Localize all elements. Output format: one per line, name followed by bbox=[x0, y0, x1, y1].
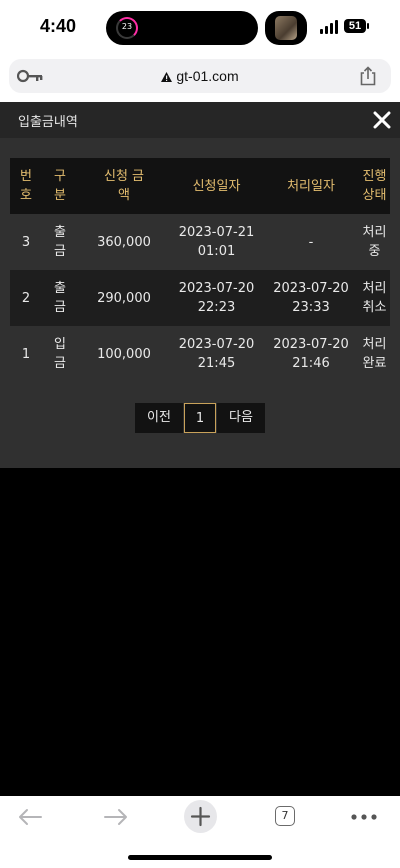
row-requested-date: 2023-07-21 01:01 bbox=[178, 225, 255, 259]
row-requested-date: 2023-07-20 22:23 bbox=[178, 281, 255, 315]
header-cell: 신청 금액 bbox=[103, 169, 144, 203]
row-type: 출금 bbox=[54, 281, 66, 315]
forward-arrow-icon[interactable] bbox=[103, 807, 129, 827]
url-display[interactable]: gt-01.com bbox=[9, 59, 391, 93]
panel-header: 입출금내역 bbox=[0, 102, 400, 138]
table-row: 1 입금 100,000 2023-07-20 21:45 2023-07-20 2… bbox=[10, 326, 390, 382]
more-icon[interactable] bbox=[351, 814, 377, 820]
row-number: 1 bbox=[21, 346, 31, 362]
plus-icon bbox=[190, 806, 211, 827]
row-processed-date: 2023-07-20 21:46 bbox=[273, 337, 349, 371]
new-tab-button[interactable] bbox=[184, 800, 217, 833]
header-cell: 구분 bbox=[54, 169, 66, 203]
browser-toolbar: 7 bbox=[0, 796, 400, 868]
row-amount: 360,000 bbox=[97, 234, 151, 250]
prev-page-button[interactable]: 이전 bbox=[135, 403, 183, 433]
home-indicator[interactable] bbox=[128, 855, 272, 860]
row-amount: 100,000 bbox=[97, 346, 151, 362]
dynamic-island[interactable]: 23 bbox=[106, 11, 258, 45]
battery-level: 51 bbox=[344, 19, 366, 33]
row-processed-date: - bbox=[308, 234, 314, 250]
row-requested-date: 2023-07-20 21:45 bbox=[178, 337, 255, 371]
table-row: 3 출금 360,000 2023-07-21 01:01 - 처리 중 bbox=[10, 214, 390, 270]
transaction-history-panel: 입출금내역 번호 구분 신청 금액 신청일자 처리일자 진행 상태 3 출금 36… bbox=[0, 102, 400, 468]
close-icon[interactable] bbox=[372, 110, 392, 130]
row-processed-date: 2023-07-20 23:33 bbox=[273, 281, 349, 315]
url-text: gt-01.com bbox=[176, 68, 239, 84]
table-header-row: 번호 구분 신청 금액 신청일자 처리일자 진행 상태 bbox=[10, 158, 390, 214]
battery-icon bbox=[367, 23, 369, 29]
row-number: 3 bbox=[21, 234, 31, 250]
row-status: 처리 취소 bbox=[362, 281, 387, 315]
tabs-button[interactable]: 7 bbox=[275, 806, 295, 826]
header-cell: 번호 bbox=[20, 169, 32, 203]
header-cell: 신청일자 bbox=[192, 178, 241, 194]
row-status: 처리 완료 bbox=[362, 337, 387, 371]
warning-icon bbox=[161, 72, 173, 82]
row-status: 처리 중 bbox=[362, 225, 387, 259]
row-type: 출금 bbox=[54, 225, 66, 259]
cellular-signal-icon bbox=[320, 20, 340, 34]
browser-address-area: gt-01.com bbox=[0, 56, 400, 102]
row-type: 입금 bbox=[54, 337, 66, 371]
current-page-button[interactable]: 1 bbox=[184, 403, 216, 433]
share-icon[interactable] bbox=[359, 66, 377, 86]
now-playing-thumbnail[interactable] bbox=[265, 11, 307, 45]
status-bar: 4:40 23 51 bbox=[0, 0, 400, 56]
row-amount: 290,000 bbox=[97, 290, 151, 306]
row-number: 2 bbox=[21, 290, 31, 306]
album-art-icon bbox=[275, 16, 297, 40]
address-bar[interactable]: gt-01.com bbox=[9, 59, 391, 93]
clock: 4:40 bbox=[40, 16, 77, 36]
table-row: 2 출금 290,000 2023-07-20 22:23 2023-07-20 2… bbox=[10, 270, 390, 326]
header-cell: 진행 상태 bbox=[362, 169, 387, 203]
back-arrow-icon[interactable] bbox=[17, 807, 43, 827]
panel-title: 입출금내역 bbox=[18, 115, 78, 130]
header-cell: 처리일자 bbox=[287, 178, 335, 194]
activity-count: 23 bbox=[121, 22, 133, 31]
next-page-button[interactable]: 다음 bbox=[217, 403, 265, 433]
